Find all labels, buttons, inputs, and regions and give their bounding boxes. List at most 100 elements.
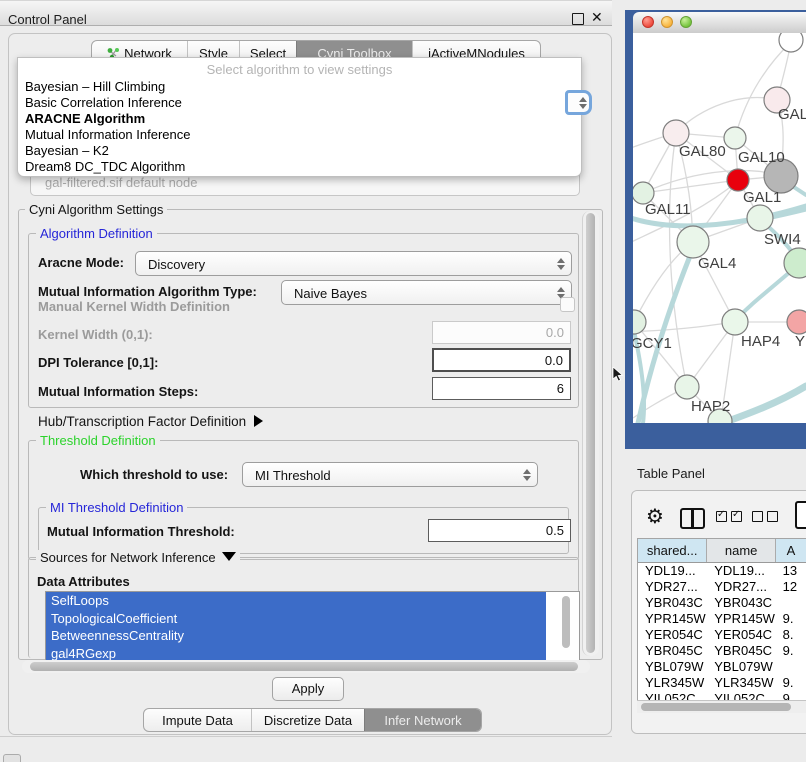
algorithm-option-bayesian-k2[interactable]: Bayesian – K2	[18, 143, 581, 159]
table-cell[interactable]: YER054C	[707, 627, 775, 643]
column-header-a[interactable]: A	[776, 539, 806, 562]
table-row[interactable]: YLR345WYLR345W9.	[638, 675, 806, 691]
network-node-y[interactable]	[787, 310, 806, 334]
sources-expander[interactable]: Sources for Network Inference	[36, 550, 240, 565]
unchecked-box-icon	[752, 511, 763, 522]
tab-infer-network[interactable]: Infer Network	[364, 709, 481, 731]
network-canvas[interactable]: GALGAL80GAL10GAL1GAL11SWI4GAL4GCY1HAP4YH…	[633, 33, 806, 423]
network-node-gal10[interactable]	[724, 127, 746, 149]
node-table: shared...nameA YDL19...YDL19...13YDR27..…	[637, 538, 806, 713]
tab-impute-data[interactable]: Impute Data	[144, 709, 251, 731]
table-cell[interactable]: 13	[776, 563, 806, 579]
table-row[interactable]: YDR27...YDR27...12	[638, 579, 806, 595]
algorithm-option-bayesian-hill-climbing[interactable]: Bayesian – Hill Climbing	[18, 79, 581, 95]
list-scrollbar-thumb[interactable]	[562, 596, 570, 648]
scrollbar-thumb[interactable]	[586, 213, 595, 653]
table-row[interactable]: YPR145WYPR145W9.	[638, 611, 806, 627]
table-cell[interactable]: YLR345W	[707, 675, 775, 691]
network-node-gal4[interactable]	[677, 226, 709, 258]
aracne-mode-select[interactable]: Discovery	[135, 251, 572, 276]
aracne-mode-value: Discovery	[148, 257, 205, 272]
document-icon[interactable]	[795, 501, 806, 529]
network-node-hap2[interactable]	[675, 375, 699, 399]
table-row[interactable]: YBR045CYBR045C9.	[638, 643, 806, 659]
scrollbar-thumb[interactable]	[30, 662, 578, 671]
table-cell[interactable]: YBR045C	[707, 643, 775, 659]
table-cell[interactable]: YDR27...	[638, 579, 707, 595]
network-edge[interactable]	[670, 133, 687, 387]
table-cell[interactable]: YBL079W	[707, 659, 775, 675]
table-horizontal-scrollbar[interactable]	[637, 700, 806, 713]
split-columns-icon[interactable]	[680, 508, 705, 529]
which-threshold-select[interactable]: MI Threshold	[242, 462, 538, 487]
settings-horizontal-scrollbar[interactable]	[22, 660, 590, 673]
table-cell[interactable]: 9.	[776, 611, 806, 627]
show-columns-icon[interactable]	[716, 511, 742, 522]
corner-button-fragment[interactable]	[3, 754, 21, 762]
column-header-name[interactable]: name	[707, 539, 776, 562]
algorithm-option-mutual-information-inference[interactable]: Mutual Information Inference	[18, 127, 581, 143]
mi-threshold-input[interactable]	[428, 519, 571, 542]
tab-discretize-data[interactable]: Discretize Data	[251, 709, 364, 731]
kernel-width-input[interactable]	[432, 321, 571, 344]
hide-columns-icon[interactable]	[752, 511, 778, 522]
close-icon[interactable]: ✕	[591, 10, 603, 26]
mi-steps-input[interactable]	[432, 377, 571, 400]
table-row[interactable]: YBR043CYBR043C	[638, 595, 806, 611]
table-row[interactable]: YDL19...YDL19...13	[638, 563, 806, 579]
table-cell[interactable]: YDL19...	[707, 563, 775, 579]
network-node-gal1[interactable]	[727, 169, 749, 191]
table-cell[interactable]: YDR27...	[707, 579, 775, 595]
minimize-traffic-light[interactable]	[661, 16, 673, 28]
table-cell[interactable]: YER054C	[638, 627, 707, 643]
zoom-traffic-light[interactable]	[680, 16, 692, 28]
data-attribute-option-topologicalcoefficient[interactable]: TopologicalCoefficient	[46, 610, 546, 628]
apply-button[interactable]: Apply	[272, 677, 344, 701]
data-attribute-option-selfloops[interactable]: SelfLoops	[46, 592, 546, 610]
table-cell[interactable]: YBR045C	[638, 643, 707, 659]
float-window-icon[interactable]	[572, 13, 584, 25]
scrollbar-thumb[interactable]	[641, 703, 791, 711]
table-row[interactable]: YER054CYER054C8.	[638, 627, 806, 643]
hub-definition-expander[interactable]: Hub/Transcription Factor Definition	[38, 414, 263, 429]
algorithm-option-dream8-dc-tdc-algorithm[interactable]: Dream8 DC_TDC Algorithm	[18, 159, 581, 175]
table-cell[interactable]	[776, 595, 806, 611]
algorithm-option-aracne-algorithm[interactable]: ARACNE Algorithm	[18, 111, 581, 127]
mi-type-select[interactable]: Naive Bayes	[281, 280, 572, 305]
table-cell[interactable]: YBR043C	[707, 595, 775, 611]
aracne-mode-label: Aracne Mode:	[38, 255, 124, 270]
algorithm-option-basic-correlation-inference[interactable]: Basic Correlation Inference	[18, 95, 581, 111]
table-cell[interactable]: YBR043C	[638, 595, 707, 611]
table-row[interactable]: YBL079WYBL079W	[638, 659, 806, 675]
network-edge-strong[interactable]	[720, 386, 806, 423]
which-threshold-value: MI Threshold	[255, 468, 331, 483]
table-cell[interactable]: YPR145W	[707, 611, 775, 627]
table-cell[interactable]: YPR145W	[638, 611, 707, 627]
table-cell[interactable]: 9.	[776, 675, 806, 691]
manual-kernel-checkbox[interactable]	[560, 297, 575, 312]
network-edge[interactable]	[633, 322, 735, 332]
table-cell[interactable]: YBL079W	[638, 659, 707, 675]
column-header-shared[interactable]: shared...	[638, 539, 707, 562]
network-node-label: GAL1	[743, 189, 781, 206]
close-traffic-light[interactable]	[642, 16, 654, 28]
network-node-gcy1[interactable]	[633, 310, 646, 334]
network-window-titlebar[interactable]	[633, 12, 806, 34]
table-cell[interactable]: YLR345W	[638, 675, 707, 691]
network-node[interactable]	[779, 33, 803, 52]
table-cell[interactable]: 8.	[776, 627, 806, 643]
data-attribute-option-betweennesscentrality[interactable]: BetweennessCentrality	[46, 627, 546, 645]
dpi-tolerance-input[interactable]	[432, 348, 571, 372]
mi-type-label: Mutual Information Algorithm Type:	[38, 284, 257, 299]
network-edge[interactable]	[676, 97, 777, 133]
settings-vertical-scrollbar[interactable]	[582, 211, 599, 656]
network-node-swi4[interactable]	[747, 205, 773, 231]
table-cell[interactable]: 12	[776, 579, 806, 595]
table-cell[interactable]	[776, 659, 806, 675]
table-cell[interactable]: YDL19...	[638, 563, 707, 579]
network-node-label: GAL	[778, 106, 806, 123]
algorithm-combobox-focus-ring[interactable]	[565, 90, 592, 115]
gear-icon[interactable]: ⚙	[646, 504, 664, 528]
network-node-hap4[interactable]	[722, 309, 748, 335]
table-cell[interactable]: 9.	[776, 643, 806, 659]
